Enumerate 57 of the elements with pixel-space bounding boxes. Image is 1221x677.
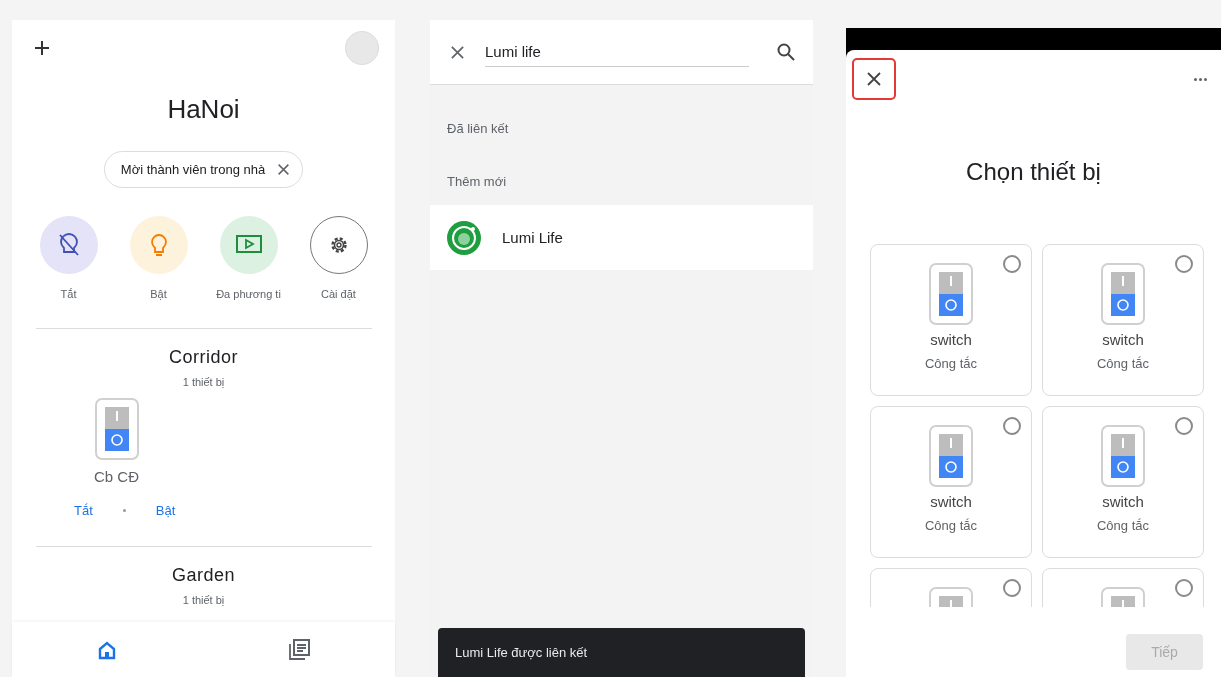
feed-icon[interactable] — [287, 638, 310, 661]
invite-chip-label: Mời thành viên trong nhà — [120, 162, 266, 177]
device-name: Cb CĐ — [94, 468, 139, 485]
section-label: Đã liên kết — [446, 121, 510, 136]
device-card[interactable]: switch Công tắc — [870, 406, 1032, 558]
bulb-icon — [149, 233, 168, 257]
switch-icon — [929, 263, 973, 325]
radio-button[interactable] — [1003, 255, 1021, 273]
result-item[interactable]: Lumi Life — [430, 205, 813, 270]
search-bar[interactable]: Lumi life — [430, 20, 813, 85]
room-name: Garden — [171, 565, 235, 586]
device-name: switch — [930, 493, 972, 510]
radio-button[interactable] — [1175, 579, 1193, 597]
picker-title: Chọn thiết bị — [965, 158, 1102, 186]
close-button[interactable] — [852, 58, 896, 100]
device-name: switch — [1102, 493, 1144, 510]
device-type: Công tắc — [1096, 356, 1149, 371]
radio-button[interactable] — [1175, 417, 1193, 435]
device-type: Công tắc — [924, 356, 977, 371]
radio-button[interactable] — [1003, 417, 1021, 435]
search-icon[interactable] — [777, 43, 795, 61]
radio-button[interactable] — [1003, 579, 1021, 597]
home-title: HaNoi — [167, 94, 240, 125]
settings-icon — [328, 235, 349, 255]
more-icon[interactable] — [1194, 77, 1207, 81]
device-type: Công tắc — [1096, 518, 1149, 533]
shortcut-label: Cài đặt — [321, 288, 356, 300]
device-card[interactable]: switch Công tắc — [1042, 244, 1204, 396]
close-icon[interactable] — [450, 44, 465, 60]
device-count: 1 thiết bị — [182, 376, 225, 388]
radio-button[interactable] — [1175, 255, 1193, 273]
close-icon[interactable] — [277, 163, 291, 176]
device-name: switch — [1102, 331, 1144, 348]
room-action-link[interactable]: Tắt — [74, 503, 93, 518]
switch-icon — [94, 398, 139, 460]
switch-icon — [1101, 263, 1145, 325]
switch-icon — [1101, 425, 1145, 487]
switch-icon — [929, 425, 973, 487]
close-icon — [866, 71, 882, 87]
home-icon[interactable] — [97, 639, 118, 660]
device-name: switch — [930, 331, 972, 348]
play-screen-icon — [235, 235, 262, 255]
room-name: Corridor — [169, 347, 238, 368]
device-type: Công tắc — [924, 518, 977, 533]
shortcut-label: Tắt — [60, 288, 77, 300]
device-count: 1 thiết bị — [182, 594, 225, 606]
section-label: Thêm mới — [446, 174, 508, 189]
device-card[interactable]: switch Công tắc — [1042, 406, 1204, 558]
result-name: Lumi Life — [502, 229, 563, 246]
shortcut-label: Đa phương ti — [216, 288, 281, 300]
snackbar: Lumi Life được liên kết — [438, 628, 805, 677]
crossed-bulb-icon — [57, 233, 80, 257]
device-card[interactable]: switch Công tắc — [870, 244, 1032, 396]
room-action-link[interactable]: Bật — [155, 503, 176, 518]
ring-logo-icon — [446, 219, 482, 256]
shortcut-label: Bật — [150, 288, 167, 300]
add-icon[interactable] — [34, 40, 50, 56]
